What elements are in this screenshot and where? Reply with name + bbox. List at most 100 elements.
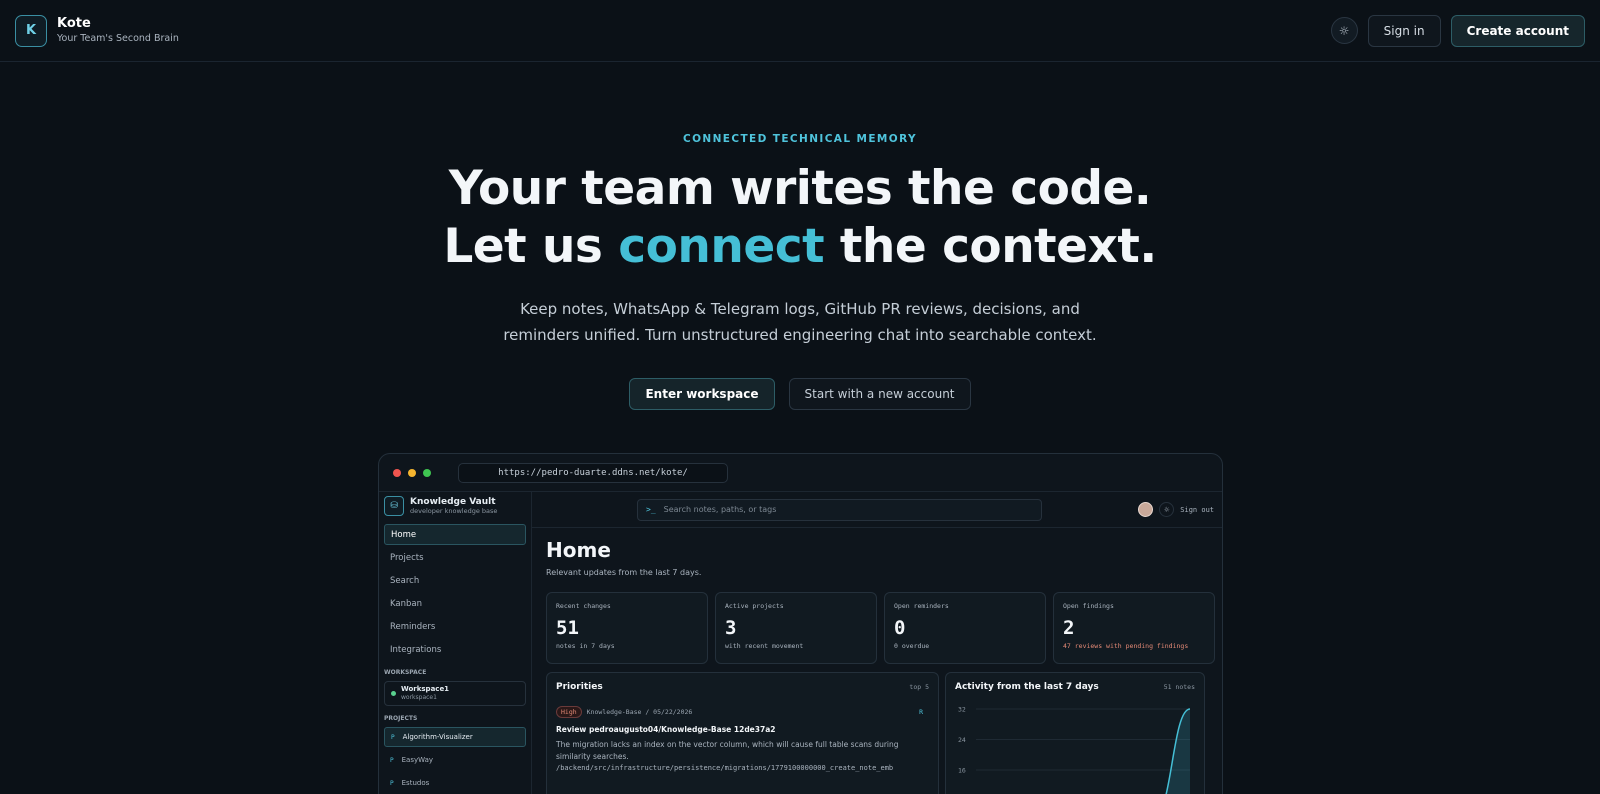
stats-row: Recent changes 51 notes in 7 days Active… xyxy=(546,592,1215,664)
status-dot-icon xyxy=(391,691,396,696)
stat-note: with recent movement xyxy=(725,642,804,650)
workspace-selector[interactable]: Workspace1 workspace1 xyxy=(384,681,526,706)
activity-line xyxy=(1165,708,1191,794)
stat-card-active-projects[interactable]: Active projects 3 with recent movement xyxy=(715,592,877,664)
workspace-slug: workspace1 xyxy=(401,694,437,701)
sidebar-item-home[interactable]: Home xyxy=(384,524,526,545)
stat-label: Active projects xyxy=(725,602,784,610)
panel-title: Activity from the last 7 days xyxy=(955,682,1099,692)
panel-title: Priorities xyxy=(556,682,603,692)
app-body: ⛁ Knowledge Vault developer knowledge ba… xyxy=(379,492,1222,794)
project-label: Algorithm-Visualizer xyxy=(402,733,473,741)
sign-in-button[interactable]: Sign in xyxy=(1367,14,1441,47)
priority-marker: R xyxy=(919,708,923,716)
project-icon: P xyxy=(390,779,394,787)
stat-note: 0 overdue xyxy=(894,642,930,650)
enter-workspace-button[interactable]: Enter workspace xyxy=(629,378,775,410)
new-account-button[interactable]: Start with a new account xyxy=(788,378,971,410)
stat-card-recent-changes[interactable]: Recent changes 51 notes in 7 days xyxy=(546,592,708,664)
stat-note: notes in 7 days xyxy=(556,642,615,650)
url-bar: https://pedro-duarte.ddns.net/kote/ xyxy=(458,462,728,483)
project-label: EasyWay xyxy=(401,756,434,764)
brand: Kote Your Team's Second Brain xyxy=(57,16,179,45)
search-input[interactable]: >_ Search notes, paths, or tags xyxy=(637,498,1042,521)
y-tick-label: 16 xyxy=(958,767,966,775)
sidebar-item-integrations[interactable]: Integrations xyxy=(384,639,526,660)
headline-before: Let us xyxy=(443,219,619,274)
sun-icon: ☼ xyxy=(1338,23,1350,38)
sign-out-button[interactable]: Sign out xyxy=(1180,506,1214,514)
stat-card-open-findings[interactable]: Open findings 2 47 reviews with pending … xyxy=(1053,592,1215,664)
headline-after: the context. xyxy=(824,219,1157,274)
workspace-section-label: WORKSPACE xyxy=(384,669,427,676)
activity-area xyxy=(1166,709,1190,794)
activity-panel: Activity from the last 7 days 51 notes 3… xyxy=(945,672,1205,794)
terminal-prompt-icon: >_ xyxy=(646,505,656,514)
theme-toggle-button[interactable]: ☼ xyxy=(1330,17,1358,44)
project-icon: P xyxy=(391,733,395,741)
stat-note: 47 reviews with pending findings xyxy=(1063,642,1189,650)
sidebar-item-search[interactable]: Search xyxy=(384,570,526,591)
maximize-dot-icon xyxy=(423,468,431,477)
avatar[interactable] xyxy=(1138,502,1154,517)
hero-cta-row: Enter workspace Start with a new account xyxy=(0,378,1600,410)
app-preview-window: https://pedro-duarte.ddns.net/kote/ ⛁ Kn… xyxy=(378,453,1223,794)
stat-value: 2 xyxy=(1063,617,1075,639)
stat-value: 0 xyxy=(894,617,906,639)
hero-headline: Your team writes the code. Let us connec… xyxy=(0,160,1600,276)
headline-line-1: Your team writes the code. xyxy=(448,161,1152,216)
sidebar-item-kanban[interactable]: Kanban xyxy=(384,593,526,614)
stat-label: Recent changes xyxy=(556,602,611,610)
brand-tagline: Your Team's Second Brain xyxy=(57,33,179,44)
panel-meta: top 5 xyxy=(909,683,929,691)
workspace-name: Workspace1 xyxy=(401,685,450,693)
close-dot-icon xyxy=(393,468,401,477)
vault-logo-icon: ⛁ xyxy=(384,496,404,516)
kote-logo-icon[interactable]: K xyxy=(15,14,47,47)
project-label: Estudos xyxy=(401,779,430,787)
stat-label: Open reminders xyxy=(894,602,949,610)
page-subtitle: Relevant updates from the last 7 days. xyxy=(546,568,702,577)
headline-line-2: Let us connect the context. xyxy=(0,218,1600,276)
project-item-estudos[interactable]: P Estudos xyxy=(384,773,526,793)
project-icon: P xyxy=(390,756,394,764)
theme-toggle-button[interactable]: ☼ xyxy=(1159,502,1175,517)
priority-badge: High xyxy=(556,706,582,718)
search-placeholder: Search notes, paths, or tags xyxy=(663,505,777,514)
headline-accent: connect xyxy=(618,219,825,274)
brand-name: Kote xyxy=(57,16,91,31)
y-tick-label: 24 xyxy=(958,736,966,744)
activity-chart: 32 24 16 xyxy=(958,706,1191,794)
sun-icon: ☼ xyxy=(1163,505,1170,514)
app-sidebar: ⛁ Knowledge Vault developer knowledge ba… xyxy=(379,492,532,794)
project-item-algorithm-visualizer[interactable]: P Algorithm-Visualizer xyxy=(384,727,526,747)
project-item-easyway[interactable]: P EasyWay xyxy=(384,750,526,770)
app-topbar: >_ Search notes, paths, or tags ☼ Sign o… xyxy=(532,492,1222,528)
priority-item-path: /backend/src/infrastructure/persistence/… xyxy=(556,764,894,772)
priority-item-title[interactable]: Review pedroaugusto04/Knowledge-Base 12d… xyxy=(556,725,929,734)
hero-subtext: Keep notes, WhatsApp & Telegram logs, Gi… xyxy=(503,300,1097,344)
panel-meta: 51 notes xyxy=(1163,683,1195,691)
vault-subtitle: developer knowledge base xyxy=(410,507,498,515)
hero-eyebrow: CONNECTED TECHNICAL MEMORY xyxy=(682,133,917,145)
minimize-dot-icon xyxy=(408,468,416,477)
app-main: >_ Search notes, paths, or tags ☼ Sign o… xyxy=(532,492,1222,794)
stat-card-open-reminders[interactable]: Open reminders 0 0 overdue xyxy=(884,592,1046,664)
window-titlebar: https://pedro-duarte.ddns.net/kote/ xyxy=(379,454,1222,492)
vault-header: ⛁ Knowledge Vault developer knowledge ba… xyxy=(384,496,526,524)
top-nav: K Kote Your Team's Second Brain ☼ Sign i… xyxy=(0,0,1600,62)
stat-value: 3 xyxy=(725,617,737,639)
sidebar-item-reminders[interactable]: Reminders xyxy=(384,616,526,637)
nav-actions: ☼ Sign in Create account xyxy=(1330,14,1585,47)
priority-item-description: The migration lacks an index on the vect… xyxy=(556,740,899,761)
sidebar-item-projects[interactable]: Projects xyxy=(384,547,526,568)
priority-meta-line: High Knowledge-Base / 05/22/2026 R xyxy=(556,706,929,718)
projects-section-label: PROJECTS xyxy=(384,715,418,722)
stat-value: 51 xyxy=(556,617,579,639)
app-topbar-actions: ☼ Sign out xyxy=(1138,502,1222,517)
priorities-panel: Priorities top 5 High Knowledge-Base / 0… xyxy=(546,672,939,794)
vault-name: Knowledge Vault xyxy=(410,497,496,507)
y-tick-label: 32 xyxy=(958,706,966,714)
create-account-button[interactable]: Create account xyxy=(1450,14,1585,47)
stat-label: Open findings xyxy=(1063,602,1114,610)
